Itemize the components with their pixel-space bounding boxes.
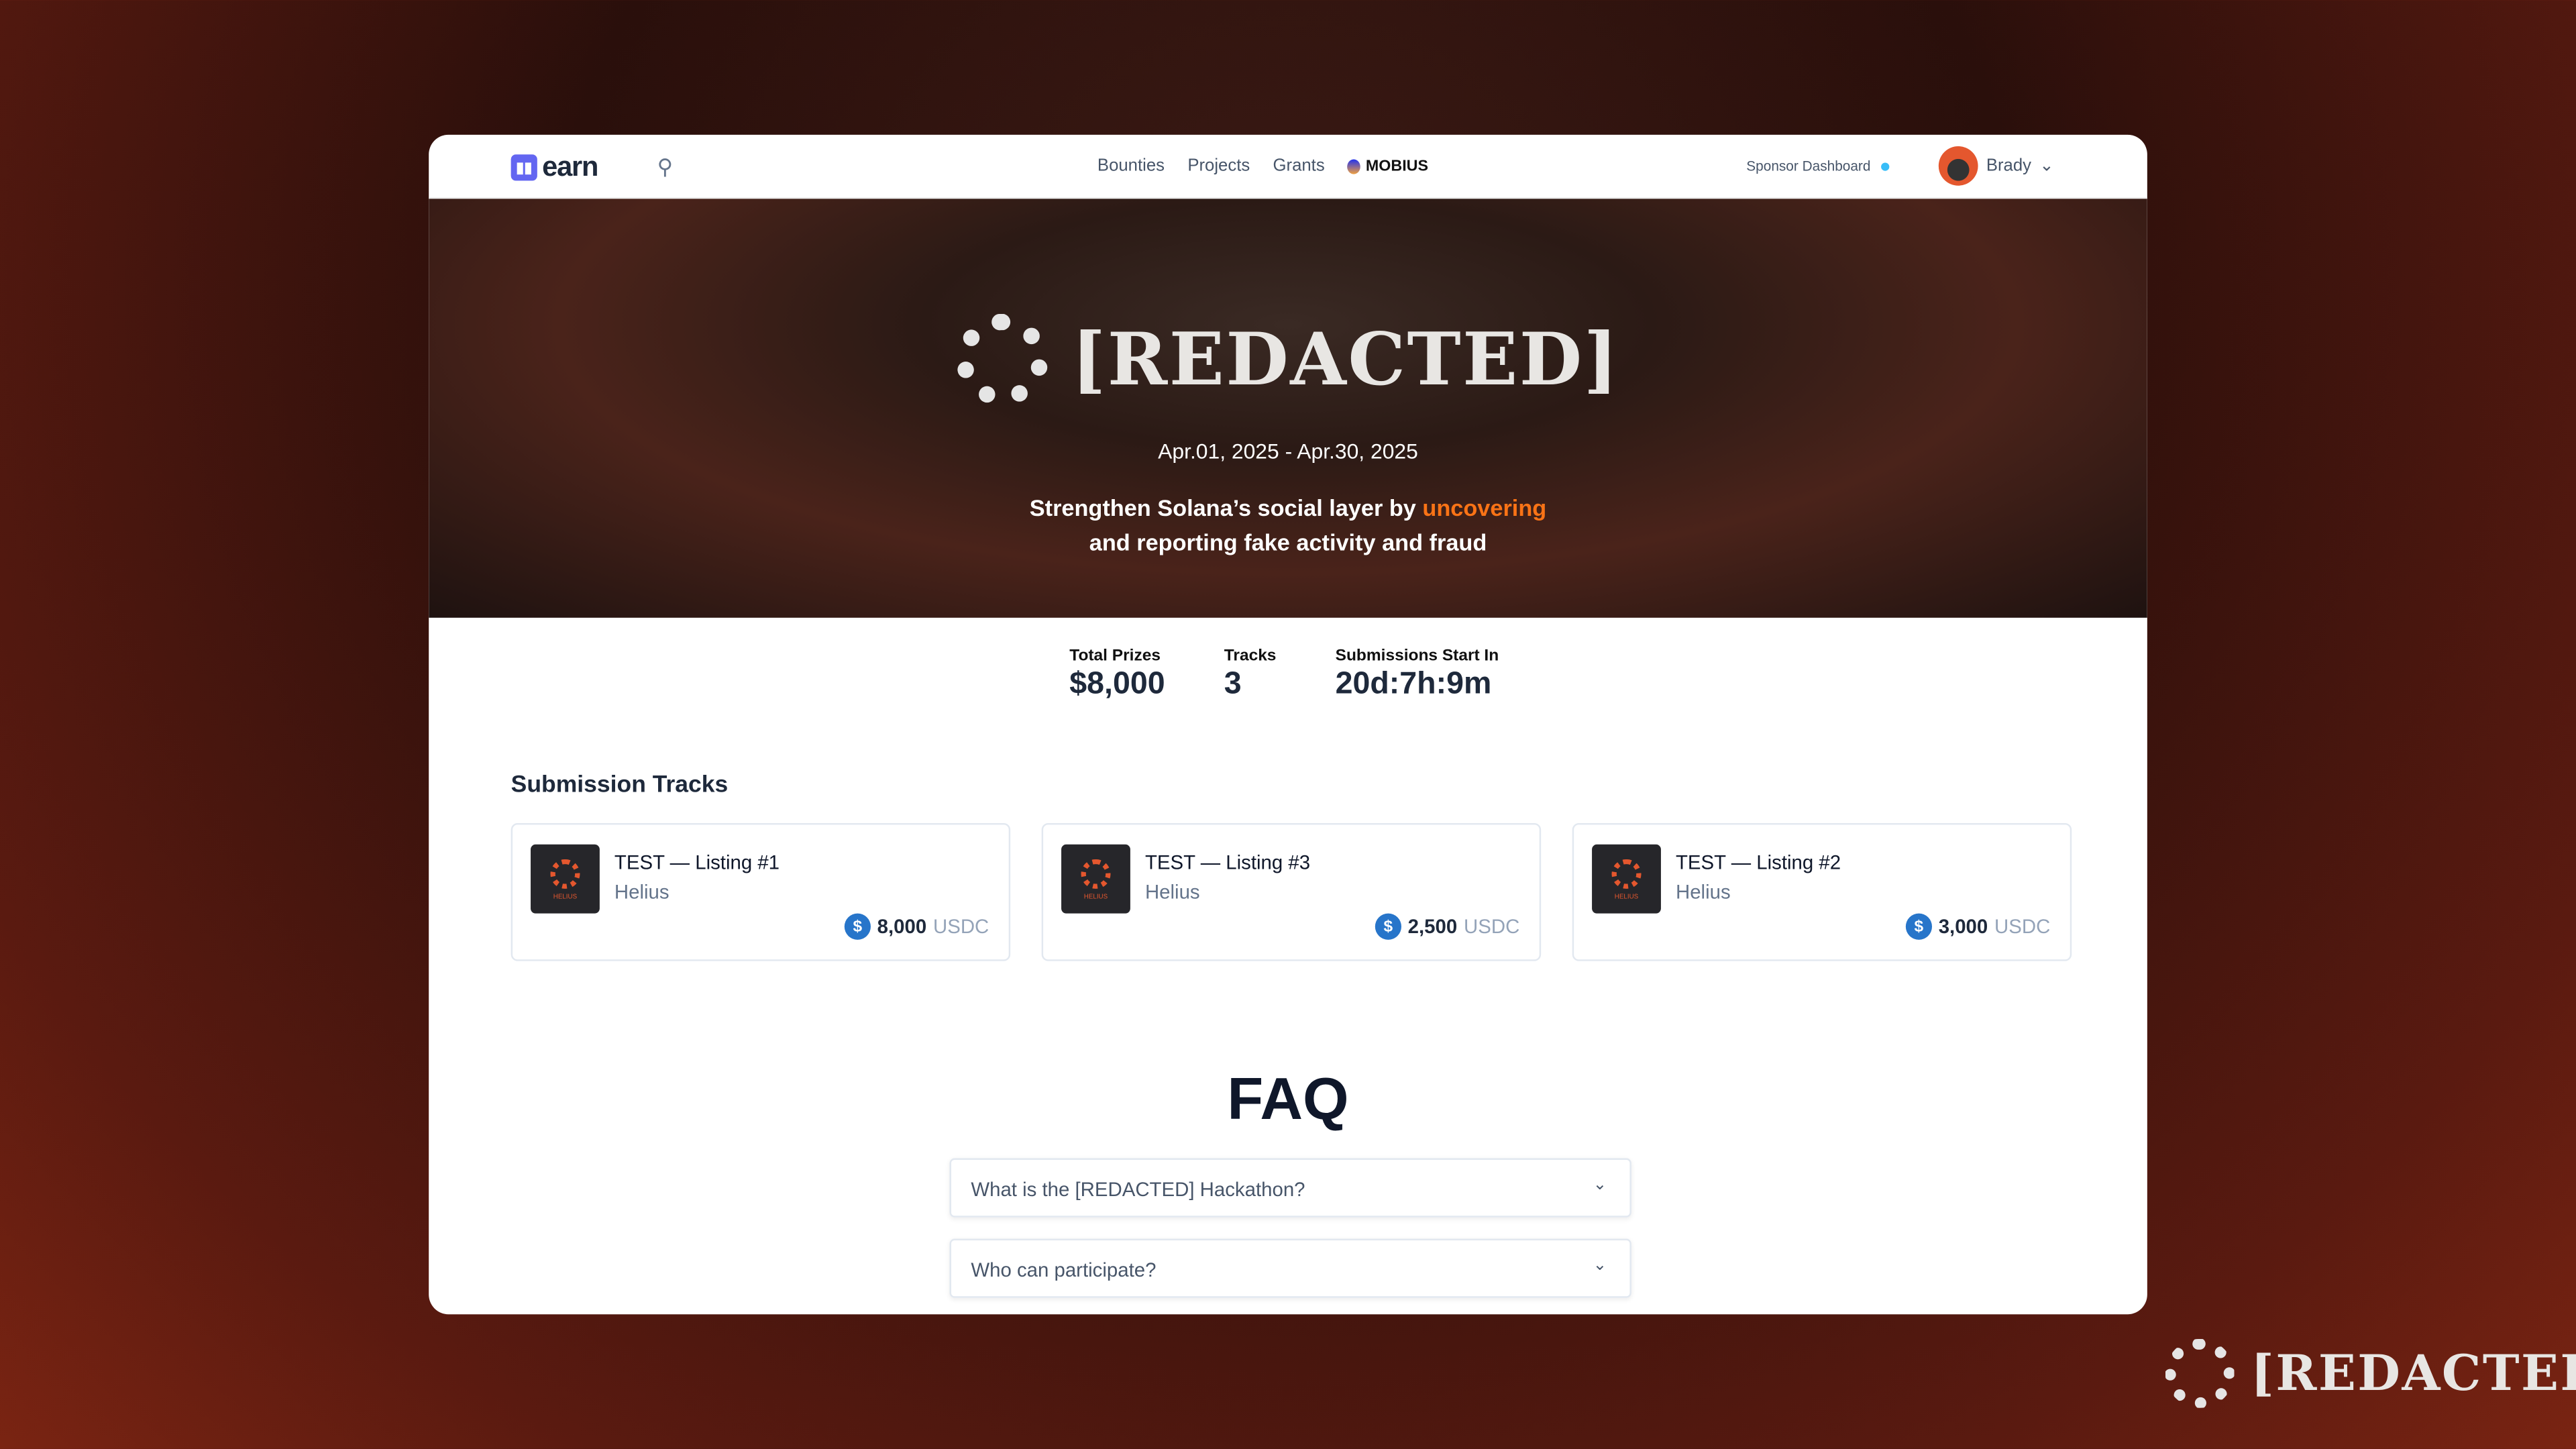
browser-window: ▮▮ earn ⚲ Bounties Projects Grants MOBIUS…	[429, 134, 2147, 1315]
sponsor-dashboard-link[interactable]: Sponsor Dashboard	[1746, 158, 1889, 174]
reward-amount: 3,000	[1938, 915, 1988, 938]
usdc-icon: $	[1375, 913, 1401, 940]
nav-bounties[interactable]: Bounties	[1097, 156, 1165, 176]
helius-logo: HELIUS	[1061, 844, 1130, 914]
stat-label: Total Prizes	[1069, 647, 1161, 665]
logo-text: HELIUS	[553, 891, 578, 900]
faq-heading: FAQ	[1227, 1064, 1349, 1132]
track-sponsor: Helius	[614, 880, 669, 904]
stat-submissions-start: Submissions Start In 20d:7h:9m	[1336, 647, 1499, 703]
chevron-down-icon: ⌄	[1593, 1256, 1607, 1275]
track-reward: $8,000 USDC	[844, 913, 989, 940]
hero-tagline: Strengthen Solana’s social layer by unco…	[429, 491, 2147, 560]
hero-title: [REDACTED]	[1071, 317, 1620, 402]
track-card[interactable]: HELIUS TEST — Listing #3 Helius $2,500 USDC	[1041, 822, 1542, 961]
track-card[interactable]: HELIUS TEST — Listing #1 Helius $8,000 USDC	[511, 822, 1011, 961]
brand-watermark: [REDACTED]	[2165, 1338, 2576, 1408]
reward-token: USDC	[932, 915, 989, 938]
sun-logo-icon	[956, 313, 1049, 406]
helius-sun-icon	[1081, 858, 1111, 888]
stat-tracks: Tracks 3	[1224, 647, 1277, 703]
faq-question: What is the [REDACTED] Hackathon?	[971, 1177, 1305, 1201]
track-reward: $3,000 USDC	[1905, 913, 2051, 940]
helius-sun-icon	[1611, 858, 1642, 888]
reward-token: USDC	[1994, 915, 2051, 938]
faq-question: Who can participate?	[971, 1258, 1157, 1282]
chevron-down-icon: ⌄	[1593, 1176, 1607, 1195]
track-title: TEST — Listing #3	[1144, 851, 1311, 874]
stat-value: $8,000	[1069, 667, 1165, 702]
hero-banner: [REDACTED] Apr.01, 2025 - Apr.30, 2025 S…	[429, 199, 2147, 618]
track-reward: $2,500 USDC	[1375, 913, 1520, 940]
stat-label: Tracks	[1224, 647, 1277, 665]
sponsor-label: Sponsor Dashboard	[1746, 158, 1871, 174]
chevron-down-icon: ⌄	[2039, 156, 2054, 176]
reward-amount: 8,000	[877, 915, 927, 938]
faq-item[interactable]: Who can participate? ⌄	[949, 1238, 1631, 1298]
notification-dot	[1880, 162, 1889, 170]
stat-label: Submissions Start In	[1335, 647, 1499, 665]
mobius-label: MOBIUS	[1365, 156, 1428, 175]
tagline-post: and reporting fake activity and fraud	[1089, 529, 1487, 555]
earn-logo-icon: ▮▮	[511, 154, 537, 181]
track-title: TEST — Listing #2	[1675, 851, 1841, 874]
stat-value: 20d:7h:9m	[1335, 667, 1492, 702]
hero-dates: Apr.01, 2025 - Apr.30, 2025	[1158, 438, 1418, 464]
logo-text: HELIUS	[1083, 891, 1108, 900]
tagline-pre: Strengthen Solana’s social layer by	[1029, 494, 1423, 521]
helius-sun-icon	[550, 858, 580, 888]
nav-projects[interactable]: Projects	[1187, 156, 1250, 176]
mobius-icon	[1347, 158, 1361, 174]
track-sponsor: Helius	[1144, 880, 1200, 904]
user-name: Brady	[1986, 156, 2032, 176]
stat-total-prizes: Total Prizes $8,000	[1069, 647, 1165, 703]
logo-text: earn	[542, 151, 598, 182]
navbar: ▮▮ earn ⚲ Bounties Projects Grants MOBIUS…	[429, 135, 2147, 199]
helius-logo: HELIUS	[531, 844, 600, 914]
nav-grants[interactable]: Grants	[1273, 156, 1325, 176]
search-icon[interactable]: ⚲	[657, 154, 673, 180]
sun-logo-icon	[2165, 1338, 2235, 1408]
track-sponsor: Helius	[1675, 880, 1731, 904]
stats: Total Prizes $8,000 Tracks 3 Submissions S…	[1069, 647, 1499, 703]
logo-text: HELIUS	[1614, 891, 1639, 900]
faq-item[interactable]: What is the [REDACTED] Hackathon? ⌄	[949, 1158, 1631, 1218]
track-title: TEST — Listing #1	[614, 851, 780, 874]
usdc-icon: $	[1905, 913, 1932, 940]
reward-amount: 2,500	[1407, 915, 1458, 938]
avatar	[1938, 146, 1978, 186]
stat-value: 3	[1224, 667, 1242, 702]
brand-text: [REDACTED]	[2251, 1344, 2576, 1403]
track-card[interactable]: HELIUS TEST — Listing #2 Helius $3,000 USDC	[1572, 822, 2072, 961]
usdc-icon: $	[844, 913, 871, 940]
helius-logo: HELIUS	[1592, 844, 1661, 914]
tagline-highlight: uncovering	[1422, 494, 1547, 521]
nav-mobius[interactable]: MOBIUS	[1347, 156, 1428, 176]
section-heading: Submission Tracks	[511, 772, 729, 799]
user-menu[interactable]: Brady ⌄	[1938, 146, 2054, 186]
reward-token: USDC	[1464, 915, 1520, 938]
earn-logo[interactable]: ▮▮ earn	[511, 151, 598, 184]
